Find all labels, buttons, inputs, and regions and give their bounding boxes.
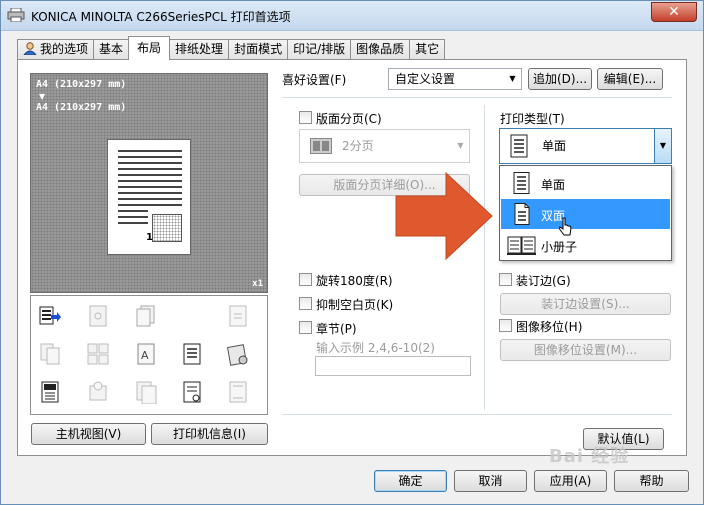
print-type-option-label: 小册子 xyxy=(541,240,578,254)
chapter-input[interactable] xyxy=(315,356,471,376)
tab-label: 布局 xyxy=(137,41,162,55)
chevron-down-icon: ▼ xyxy=(654,129,671,163)
chapter-label: 章节(P) xyxy=(316,322,357,336)
sort-icon[interactable] xyxy=(227,304,249,328)
chapter-example: 输入示例 2,4,6-10(2) xyxy=(316,341,435,355)
preview-scale: x1 xyxy=(252,279,263,289)
page-preview: A4 (210x297 mm) ▼ A4 (210x297 mm) 1 x1 xyxy=(30,73,268,293)
binding-margin-label: 装订边(G) xyxy=(516,274,571,288)
image-shift-settings-button[interactable]: 图像移位设置(M)... xyxy=(500,339,671,361)
tab-finishing[interactable]: 排纸处理 xyxy=(169,39,230,60)
print-type-option-duplex[interactable]: 双面 xyxy=(501,199,670,236)
printer-icon xyxy=(7,8,25,22)
print-type-option-single[interactable]: 单面 xyxy=(501,168,670,198)
tab-basic[interactable]: 基本 xyxy=(93,39,130,60)
combination-value: 2分页 xyxy=(342,139,374,153)
single-sided-icon xyxy=(513,172,530,194)
favorites-select[interactable]: 自定义设置 ▼ xyxy=(388,68,522,90)
tab-label: 封面模式 xyxy=(234,42,283,56)
print-type-select[interactable]: 单面 ▼ xyxy=(499,128,672,164)
help-button[interactable]: 帮助 xyxy=(614,470,689,492)
tab-label: 我的选项 xyxy=(40,42,89,56)
duplex-icon xyxy=(514,203,530,225)
apply-button[interactable]: 应用(A) xyxy=(534,470,607,492)
print-type-value: 单面 xyxy=(542,139,567,153)
skip-blank-label: 抑制空白页(K) xyxy=(316,298,394,312)
function-icon-grid: A xyxy=(30,295,268,415)
chevron-down-icon: ▼ xyxy=(509,74,516,83)
stamp-icon[interactable] xyxy=(87,380,109,404)
tab-layout[interactable]: 布局 xyxy=(128,36,171,60)
image-shift-checkbox[interactable] xyxy=(499,319,512,332)
binding-margin-checkbox[interactable] xyxy=(499,273,512,286)
down-arrow-icon: ▼ xyxy=(39,92,46,101)
main-view-button[interactable]: 主机视图(V) xyxy=(31,423,146,445)
tab-quality[interactable]: 图像品质 xyxy=(350,39,411,60)
window-title: KONICA MINOLTA C266SeriesPCL 打印首选项 xyxy=(31,10,291,24)
favorites-label: 喜好设置(F) xyxy=(282,73,347,87)
chevron-down-icon: ▼ xyxy=(457,141,464,150)
preview-original-size: A4 (210x297 mm) xyxy=(36,79,127,90)
preview-paper: 1 xyxy=(107,139,191,255)
tab-stamp-composition[interactable]: 印记/排版 xyxy=(287,39,352,60)
copies-icon[interactable] xyxy=(135,304,157,328)
document-lines-icon[interactable] xyxy=(181,342,203,366)
close-icon: ✕ xyxy=(668,4,680,20)
layout-active-icon[interactable] xyxy=(39,304,61,328)
overlay-icon[interactable] xyxy=(135,380,157,404)
print-preferences-window: KONICA MINOLTA C266SeriesPCL 打印首选项 ✕ 我的选… xyxy=(0,0,704,505)
divider xyxy=(282,414,672,415)
rotate-180-checkbox[interactable] xyxy=(299,273,312,286)
preview-page-number: 1 xyxy=(146,232,153,243)
font-a-icon[interactable]: A xyxy=(135,342,157,366)
binding-margin-settings-button[interactable]: 装订边设置(S)... xyxy=(500,293,671,315)
ok-button[interactable]: 确定 xyxy=(374,470,447,492)
multiple-pages-icon[interactable] xyxy=(39,342,61,366)
watermark-page-icon[interactable] xyxy=(181,380,203,404)
image-shift-label: 图像移位(H) xyxy=(516,320,583,334)
header-footer-icon[interactable] xyxy=(227,380,249,404)
preview-overlay xyxy=(152,214,182,242)
favorites-value: 自定义设置 xyxy=(395,72,456,86)
booklet-icon xyxy=(507,236,536,255)
edit-favorite-button[interactable]: 编辑(E)... xyxy=(597,68,663,90)
tab-my-options[interactable]: 我的选项 xyxy=(17,39,95,60)
combination-checkbox[interactable] xyxy=(299,111,312,124)
skip-blank-checkbox[interactable] xyxy=(299,297,312,310)
booklet-grid-icon[interactable] xyxy=(87,342,109,366)
combination-select[interactable]: 2分页 ▼ xyxy=(299,129,470,163)
chapter-checkbox[interactable] xyxy=(299,321,312,334)
person-icon xyxy=(23,42,37,55)
print-type-options: 单面 双面 小册子 xyxy=(499,165,672,261)
divider xyxy=(282,97,672,98)
tab-strip: 我的选项 基本 布局 排纸处理 封面模式 印记/排版 图像品质 其它 xyxy=(17,36,446,60)
staple-icon[interactable] xyxy=(87,304,109,328)
svg-text:A: A xyxy=(141,349,149,362)
tab-other[interactable]: 其它 xyxy=(409,39,446,60)
title-bar: KONICA MINOLTA C266SeriesPCL 打印首选项 ✕ xyxy=(1,1,703,31)
print-type-option-label: 单面 xyxy=(541,178,566,192)
single-sided-icon xyxy=(510,134,528,158)
two-up-icon xyxy=(310,138,332,154)
close-button[interactable]: ✕ xyxy=(651,2,697,22)
tab-label: 排纸处理 xyxy=(175,42,224,56)
cancel-button[interactable]: 取消 xyxy=(454,470,527,492)
image-adjust-icon[interactable] xyxy=(227,342,249,366)
tab-label: 其它 xyxy=(415,42,440,56)
highlight-arrow-icon xyxy=(395,171,493,261)
watermark-text: Bai 经验 xyxy=(549,446,630,467)
combination-label: 版面分页(C) xyxy=(316,112,382,126)
print-type-option-booklet[interactable]: 小册子 xyxy=(501,230,670,260)
tab-label: 图像品质 xyxy=(356,42,405,56)
rotate-180-label: 旋转180度(R) xyxy=(316,274,393,288)
printer-info-button[interactable]: 打印机信息(I) xyxy=(151,423,268,445)
cover-page-icon[interactable] xyxy=(39,380,61,404)
tab-cover-mode[interactable]: 封面模式 xyxy=(228,39,289,60)
tab-label: 印记/排版 xyxy=(293,42,346,56)
tab-label: 基本 xyxy=(99,42,124,56)
add-favorite-button[interactable]: 追加(D)... xyxy=(528,68,592,90)
preview-paper-size: A4 (210x297 mm) xyxy=(36,102,127,113)
print-type-label: 打印类型(T) xyxy=(500,112,565,126)
